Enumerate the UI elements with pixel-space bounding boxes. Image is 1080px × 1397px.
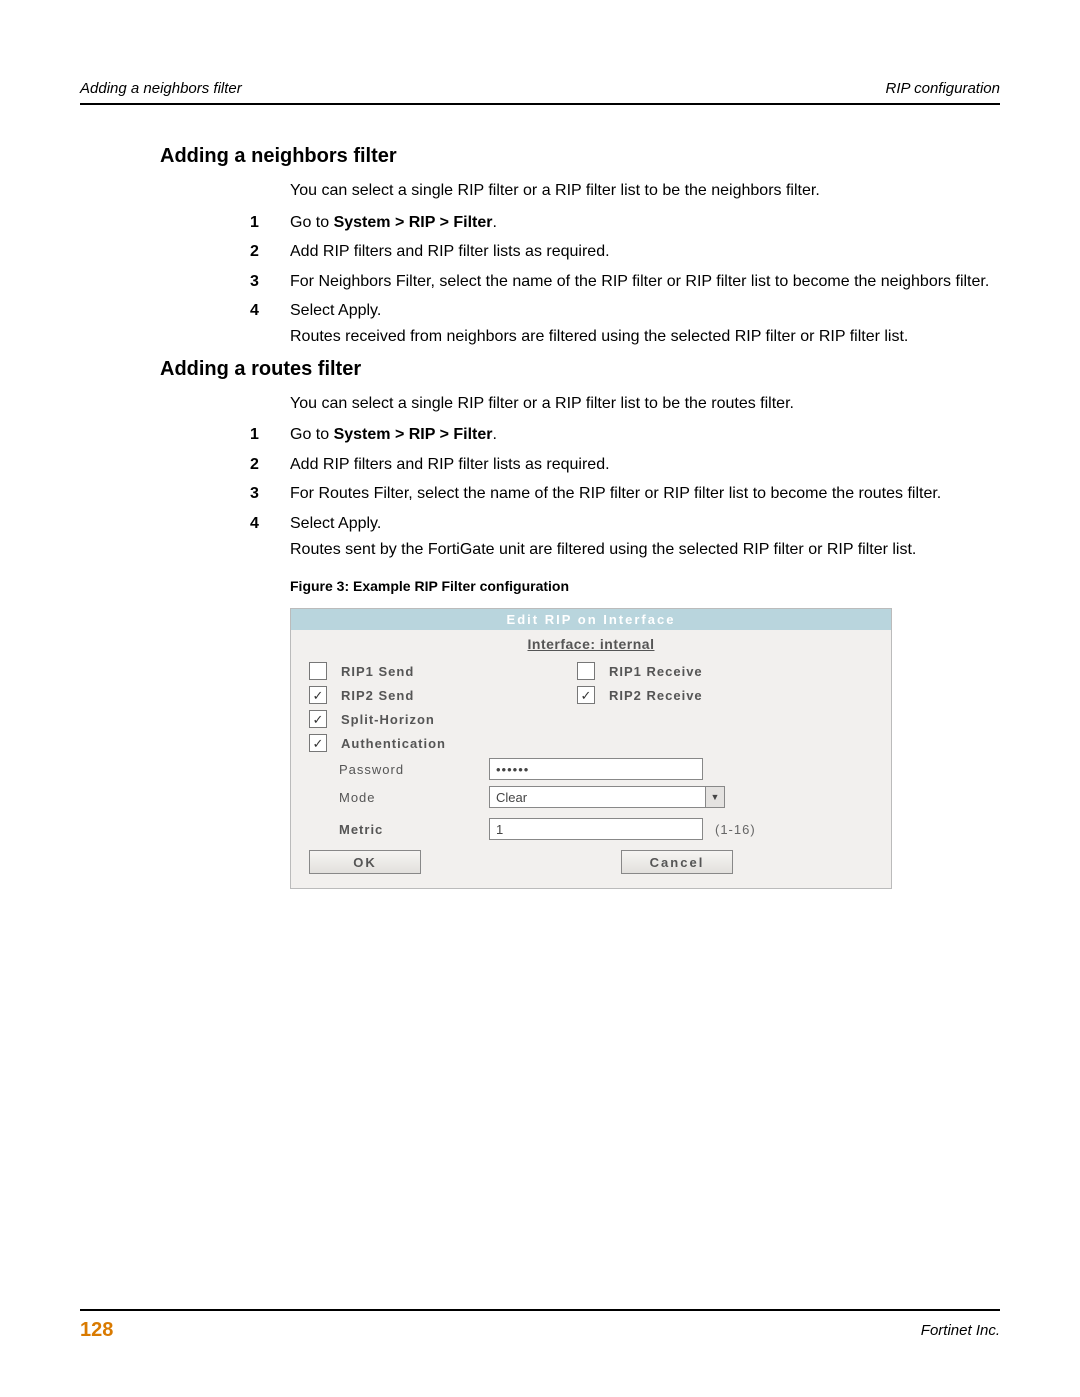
checkbox-rip1-send[interactable] — [309, 662, 327, 680]
figure-caption: Figure 3: Example RIP Filter configurati… — [290, 578, 1000, 594]
label-rip1-send: RIP1 Send — [341, 664, 491, 679]
panel-subtitle: Interface: internal — [291, 630, 891, 662]
step-sub: Routes received from neighbors are filte… — [290, 326, 1000, 348]
mode-select-value: Clear — [496, 790, 527, 805]
page-header: Adding a neighbors filter RIP configurat… — [80, 80, 1000, 105]
step-bold: System > RIP > Filter — [334, 214, 493, 231]
section2-step-1: Go to System > RIP > Filter. — [250, 424, 1000, 446]
section1-intro: You can select a single RIP filter or a … — [290, 180, 1000, 202]
step-text: Select Apply. — [290, 302, 381, 319]
chevron-down-icon: ▼ — [705, 787, 724, 807]
metric-field[interactable]: 1 — [489, 818, 703, 840]
section1-steps: Go to System > RIP > Filter. Add RIP fil… — [250, 212, 1000, 348]
header-right: RIP configuration — [885, 80, 1000, 97]
label-password: Password — [339, 762, 489, 777]
section1-step-3: For Neighbors Filter, select the name of… — [250, 271, 1000, 293]
section2-intro: You can select a single RIP filter or a … — [290, 393, 1000, 415]
step-sub: Routes sent by the FortiGate unit are fi… — [290, 539, 1000, 561]
step-text: Select Apply. — [290, 515, 381, 532]
checkbox-rip1-receive[interactable] — [577, 662, 595, 680]
checkbox-rip2-send[interactable]: ✓ — [309, 686, 327, 704]
checkbox-authentication[interactable]: ✓ — [309, 734, 327, 752]
label-authentication: Authentication — [341, 736, 491, 751]
step-text: Go to — [290, 426, 334, 443]
section1-step-1: Go to System > RIP > Filter. — [250, 212, 1000, 234]
label-rip2-send: RIP2 Send — [341, 688, 491, 703]
label-split-horizon: Split-Horizon — [341, 712, 491, 727]
step-bold: System > RIP > Filter — [334, 426, 493, 443]
rip-interface-panel: Edit RIP on Interface Interface: interna… — [290, 608, 892, 889]
password-field[interactable]: •••••• — [489, 758, 703, 780]
step-text: . — [492, 214, 496, 231]
page-footer: 128 Fortinet Inc. — [80, 1309, 1000, 1342]
section1-step-4: Select Apply. Routes received from neigh… — [250, 300, 1000, 347]
page-number: 128 — [80, 1319, 113, 1342]
label-metric: Metric — [339, 822, 489, 837]
mode-select[interactable]: Clear ▼ — [489, 786, 725, 808]
ok-button[interactable]: OK — [309, 850, 421, 874]
section1-title: Adding a neighbors filter — [160, 145, 1000, 168]
label-rip2-receive: RIP2 Receive — [609, 688, 759, 703]
section2-step-4: Select Apply. Routes sent by the FortiGa… — [250, 513, 1000, 560]
label-mode: Mode — [339, 790, 489, 805]
header-left: Adding a neighbors filter — [80, 80, 242, 97]
checkbox-split-horizon[interactable]: ✓ — [309, 710, 327, 728]
step-text: . — [492, 426, 496, 443]
panel-title: Edit RIP on Interface — [291, 609, 891, 630]
company-name: Fortinet Inc. — [921, 1322, 1000, 1339]
checkbox-rip2-receive[interactable]: ✓ — [577, 686, 595, 704]
metric-hint: (1-16) — [715, 822, 756, 837]
section2-steps: Go to System > RIP > Filter. Add RIP fil… — [250, 424, 1000, 560]
section2-step-3: For Routes Filter, select the name of th… — [250, 483, 1000, 505]
section2-step-2: Add RIP filters and RIP filter lists as … — [250, 454, 1000, 476]
label-rip1-receive: RIP1 Receive — [609, 664, 759, 679]
section1-step-2: Add RIP filters and RIP filter lists as … — [250, 241, 1000, 263]
cancel-button[interactable]: Cancel — [621, 850, 733, 874]
section2-title: Adding a routes filter — [160, 358, 1000, 381]
step-text: Go to — [290, 214, 334, 231]
